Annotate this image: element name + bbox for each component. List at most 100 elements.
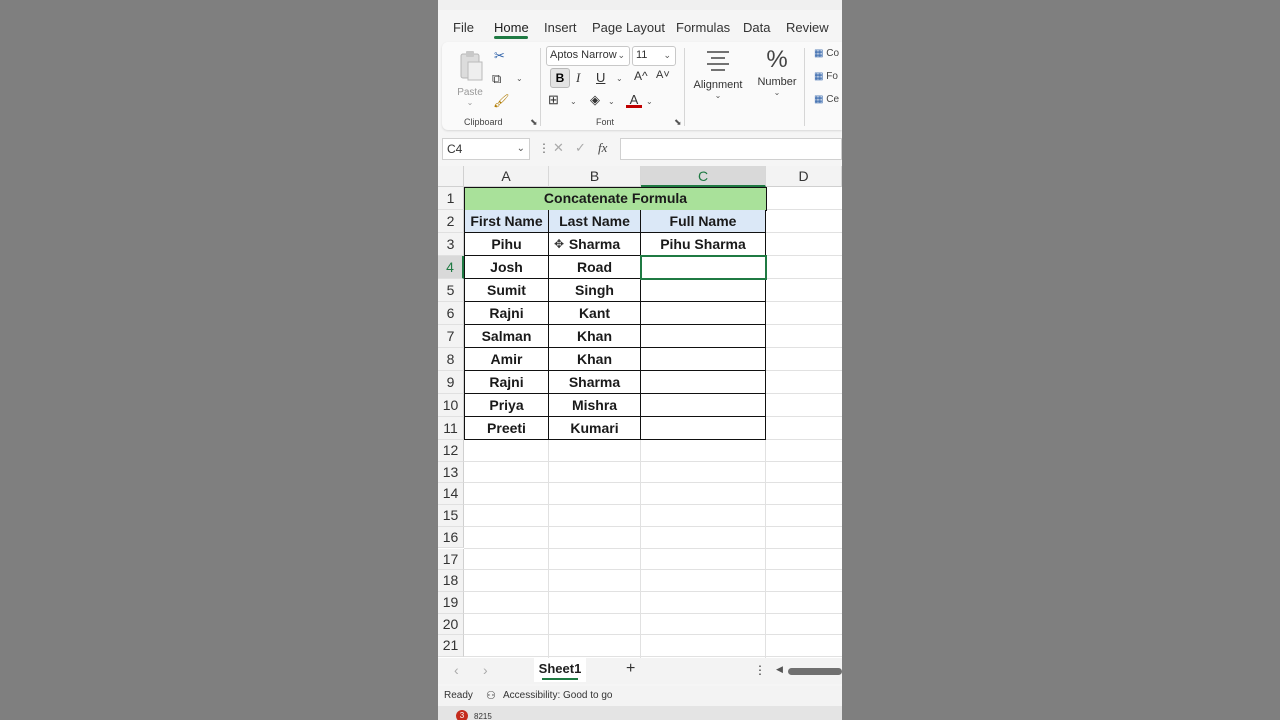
font-color-dropdown-icon[interactable]: ⌄ [646,97,653,106]
row-header-17[interactable]: 17 [438,548,464,571]
table-cell[interactable] [641,348,766,371]
row-header-3[interactable]: 3 [438,233,464,256]
row-header-9[interactable]: 9 [438,371,464,394]
row-header-12[interactable]: 12 [438,440,464,462]
row-header-4[interactable]: 4 [438,256,464,279]
table-cell[interactable]: Rajni [464,371,549,394]
italic-button[interactable]: I [576,70,580,86]
row-header-13[interactable]: 13 [438,461,464,484]
font-launcher-icon[interactable]: ⬊ [674,117,682,128]
table-cell[interactable]: Sumit [464,279,549,302]
row-header-5[interactable]: 5 [438,279,464,302]
format-as-table-button[interactable]: ▦ Fo [814,71,838,82]
tab-data[interactable]: Data [743,20,770,35]
next-sheet-icon[interactable]: › [483,662,488,678]
alignment-button[interactable]: Alignment ⌄ [690,48,746,108]
sheet-tab-sheet1[interactable]: Sheet1 [534,658,586,682]
fill-color-dropdown-icon[interactable]: ⌄ [608,97,615,106]
table-cell[interactable]: Mishra [549,394,641,417]
row-header-14[interactable]: 14 [438,483,464,506]
row-header-7[interactable]: 7 [438,325,464,348]
table-cell[interactable]: Singh [549,279,641,302]
paste-button[interactable]: Paste ⌄ [456,48,484,107]
insert-function-button[interactable]: fx [598,140,607,156]
row-header-15[interactable]: 15 [438,505,464,527]
row-header-8[interactable]: 8 [438,348,464,371]
decrease-font-button[interactable]: A˅ [656,69,670,81]
underline-dropdown-icon[interactable]: ⌄ [616,74,623,83]
cell-styles-button[interactable]: ▦ Ce [814,94,839,105]
sheet-options-icon[interactable]: ⋮ [754,663,766,677]
tab-home[interactable]: Home [494,20,529,35]
table-cell[interactable] [641,302,766,325]
table-cell[interactable]: Rajni [464,302,549,325]
bold-button[interactable]: B [550,68,570,88]
tab-formulas[interactable]: Formulas [676,20,730,35]
table-cell[interactable]: Kumari [549,417,641,440]
number-format-button[interactable]: % Number ⌄ [752,46,802,106]
row-header-6[interactable]: 6 [438,302,464,325]
cut-icon[interactable]: ✂ [494,48,505,64]
header-cell[interactable]: Full Name [641,210,766,233]
column-header-a[interactable]: A [464,166,549,187]
row-header-18[interactable]: 18 [438,570,464,592]
clipboard-launcher-icon[interactable]: ⬊ [530,117,538,128]
table-cell[interactable] [641,279,766,302]
table-cell[interactable] [641,371,766,394]
table-cell[interactable]: Khan [549,325,641,348]
tab-page-layout[interactable]: Page Layout [592,20,665,35]
table-cell[interactable]: Salman [464,325,549,348]
borders-icon[interactable]: ⊞ [548,92,559,108]
copy-dropdown-icon[interactable]: ⌄ [516,74,523,83]
cancel-icon[interactable]: ✕ [553,140,564,156]
column-header-d[interactable]: D [766,166,842,187]
row-header-10[interactable]: 10 [438,394,464,417]
accessibility-status[interactable]: Accessibility: Good to go [503,690,613,701]
select-all-corner[interactable] [438,166,464,187]
prev-sheet-icon[interactable]: ‹ [454,662,459,678]
table-cell[interactable]: Priya [464,394,549,417]
row-header-19[interactable]: 19 [438,591,464,614]
title-cell[interactable]: Concatenate Formula [464,187,767,211]
borders-dropdown-icon[interactable]: ⌄ [570,97,577,106]
add-sheet-button[interactable]: + [626,660,635,678]
format-painter-icon[interactable]: 🖌 [493,93,510,109]
horizontal-scrollbar[interactable] [788,668,842,675]
scroll-left-icon[interactable]: ◀ [776,664,783,675]
increase-font-button[interactable]: A^ [634,69,648,83]
fill-color-icon[interactable]: ◈ [590,92,600,108]
underline-button[interactable]: U [596,70,605,85]
paste-dropdown-icon[interactable]: ⌄ [456,98,484,107]
formula-input[interactable] [620,138,842,160]
header-cell[interactable]: Last Name [549,210,641,233]
table-cell[interactable]: Road [549,256,641,279]
font-name-combo[interactable]: Aptos Narrow ⌄ [546,46,630,66]
table-cell[interactable]: Josh [464,256,549,279]
tab-file[interactable]: File [453,20,474,35]
table-cell[interactable]: Sharma [549,371,641,394]
enter-icon[interactable]: ✓ [575,140,586,156]
header-cell[interactable]: First Name [464,210,549,233]
copy-icon[interactable]: ⧉ [492,71,501,87]
table-cell[interactable]: Pihu [464,233,549,256]
row-header-20[interactable]: 20 [438,613,464,636]
table-cell[interactable]: Kant [549,302,641,325]
row-header-1[interactable]: 1 [438,187,464,210]
font-size-combo[interactable]: 11 ⌄ [632,46,676,66]
table-cell[interactable]: Khan [549,348,641,371]
column-header-b[interactable]: B [549,166,641,187]
row-header-2[interactable]: 2 [438,210,464,233]
tab-insert[interactable]: Insert [544,20,577,35]
more-options-icon[interactable]: ⋮ [538,141,550,155]
table-cell[interactable]: Preeti [464,417,549,440]
table-cell[interactable] [641,417,766,440]
table-cell[interactable]: Pihu Sharma [641,233,766,256]
table-cell[interactable] [641,394,766,417]
tab-review[interactable]: Review [786,20,829,35]
accessibility-icon[interactable]: ⚇ [486,689,496,702]
conditional-formatting-button[interactable]: ▦ Co [814,48,839,59]
font-color-button[interactable]: A [626,92,642,112]
active-cell-selection[interactable] [640,255,767,280]
row-header-21[interactable]: 21 [438,635,464,657]
row-header-16[interactable]: 16 [438,526,464,549]
